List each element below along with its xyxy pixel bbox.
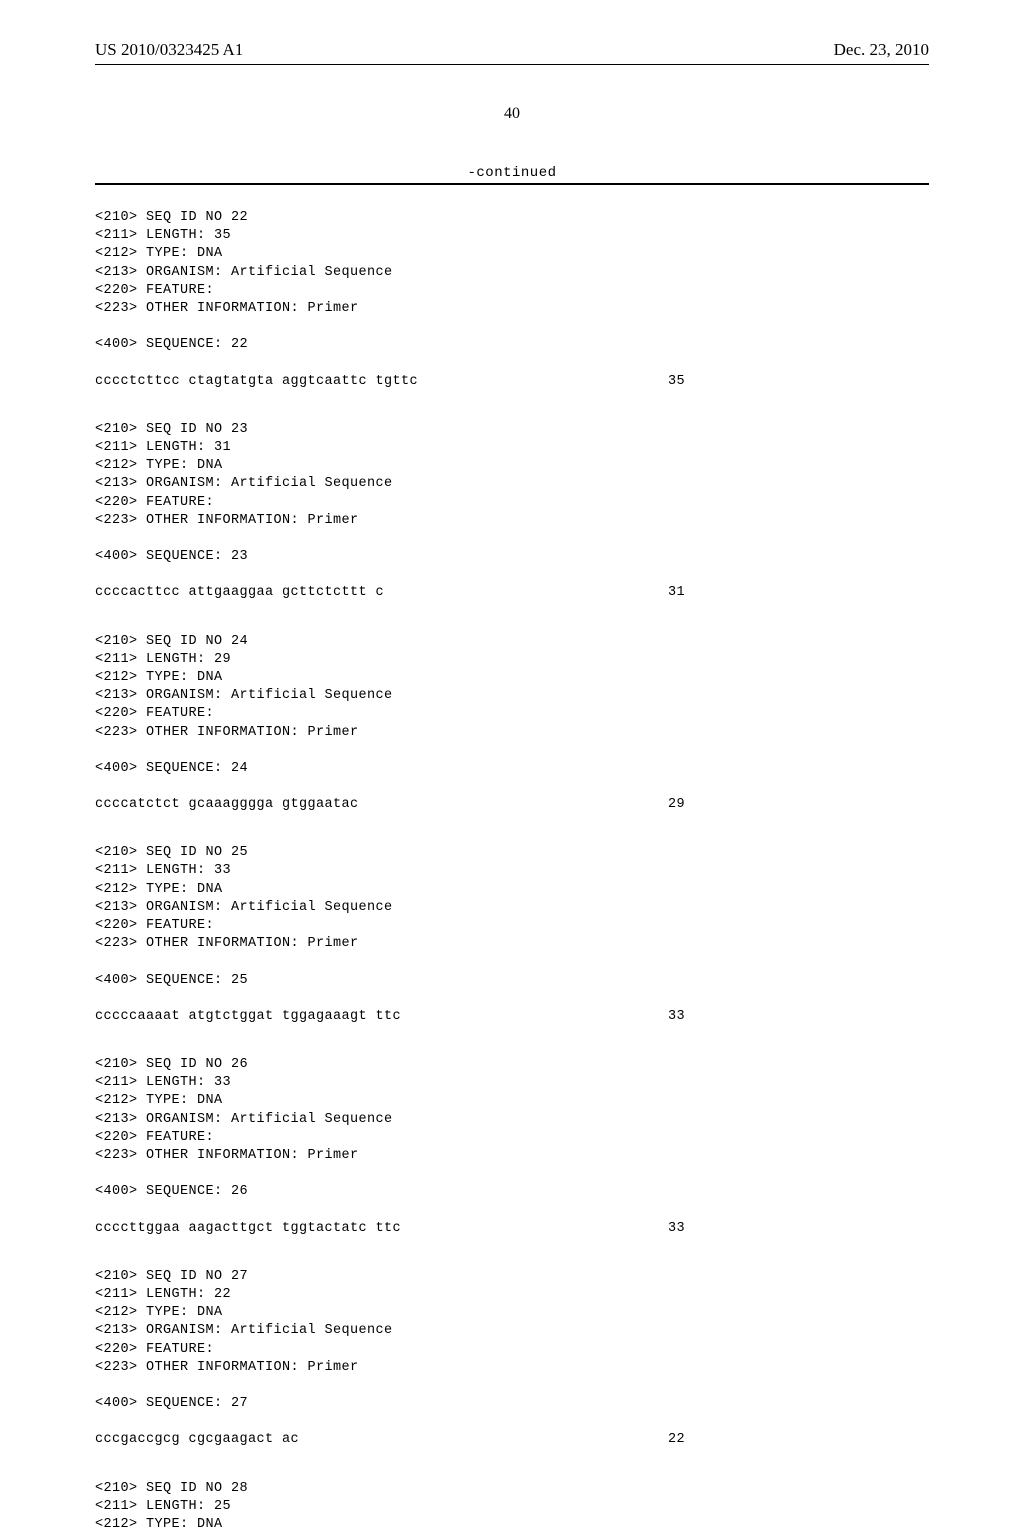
sequence-meta-line: <210> SEQ ID NO 24 [95, 633, 929, 651]
sequence-meta-line: <210> SEQ ID NO 23 [95, 421, 929, 439]
spacer [95, 318, 929, 336]
sequence-block: <210> SEQ ID NO 23<211> LENGTH: 31<212> … [95, 421, 929, 603]
sequence-meta-line: <210> SEQ ID NO 27 [95, 1268, 929, 1286]
sequence-meta-line: <223> OTHER INFORMATION: Primer [95, 300, 929, 318]
sequence-text: cccgaccgcg cgcgaagact ac [95, 1431, 299, 1449]
page-header: US 2010/0323425 A1 Dec. 23, 2010 [95, 40, 929, 60]
sequence-meta-line: <220> FEATURE: [95, 917, 929, 935]
sequence-length: 31 [668, 584, 685, 602]
spacer [95, 530, 929, 548]
spacer [95, 566, 929, 584]
sequence-meta-line: <223> OTHER INFORMATION: Primer [95, 1359, 929, 1377]
sequence-meta-line: <211> LENGTH: 33 [95, 1074, 929, 1092]
sequence-meta-line: <211> LENGTH: 31 [95, 439, 929, 457]
sequence-meta-line: <223> OTHER INFORMATION: Primer [95, 512, 929, 530]
sequence-line: ccccatctct gcaaagggga gtggaatac 29 [95, 796, 685, 814]
sequence-block: <210> SEQ ID NO 28<211> LENGTH: 25<212> … [95, 1480, 929, 1534]
sequence-meta-line: <220> FEATURE: [95, 494, 929, 512]
sequence-meta-line: <211> LENGTH: 22 [95, 1286, 929, 1304]
sequence-400-label: <400> SEQUENCE: 22 [95, 336, 929, 354]
spacer [95, 1202, 929, 1220]
sequence-line: ccccacttcc attgaaggaa gcttctcttt c 31 [95, 584, 685, 602]
header-rule [95, 64, 929, 65]
spacer [95, 990, 929, 1008]
sequence-meta-line: <212> TYPE: DNA [95, 1092, 929, 1110]
spacer [95, 778, 929, 796]
sequence-400-label: <400> SEQUENCE: 25 [95, 972, 929, 990]
page-container: US 2010/0323425 A1 Dec. 23, 2010 40 -con… [0, 0, 1024, 1534]
publication-date: Dec. 23, 2010 [834, 40, 929, 60]
sequence-meta-line: <212> TYPE: DNA [95, 1516, 929, 1534]
sequence-meta-line: <212> TYPE: DNA [95, 669, 929, 687]
sequence-meta-line: <223> OTHER INFORMATION: Primer [95, 935, 929, 953]
sequence-meta-line: <220> FEATURE: [95, 705, 929, 723]
publication-number: US 2010/0323425 A1 [95, 40, 243, 60]
sequence-meta-line: <210> SEQ ID NO 22 [95, 209, 929, 227]
sequence-meta-line: <211> LENGTH: 29 [95, 651, 929, 669]
sequence-meta-line: <223> OTHER INFORMATION: Primer [95, 1147, 929, 1165]
sequence-meta-line: <210> SEQ ID NO 25 [95, 844, 929, 862]
sequence-text: cccctcttcc ctagtatgta aggtcaattc tgttc [95, 373, 418, 391]
sequence-line: cccctcttcc ctagtatgta aggtcaattc tgttc 35 [95, 373, 685, 391]
page-number: 40 [95, 105, 929, 123]
spacer [95, 742, 929, 760]
sequence-block: <210> SEQ ID NO 25<211> LENGTH: 33<212> … [95, 844, 929, 1026]
sequence-meta-line: <213> ORGANISM: Artificial Sequence [95, 1322, 929, 1340]
sequence-meta-line: <211> LENGTH: 33 [95, 862, 929, 880]
sequence-block: <210> SEQ ID NO 26<211> LENGTH: 33<212> … [95, 1056, 929, 1238]
sequence-length: 33 [668, 1008, 685, 1026]
sequence-block: <210> SEQ ID NO 24<211> LENGTH: 29<212> … [95, 633, 929, 815]
sequence-text: cccccaaaat atgtctggat tggagaaagt ttc [95, 1008, 401, 1026]
sequence-length: 33 [668, 1220, 685, 1238]
sequence-meta-line: <213> ORGANISM: Artificial Sequence [95, 1111, 929, 1129]
sequence-meta-line: <220> FEATURE: [95, 1129, 929, 1147]
sequence-length: 22 [668, 1431, 685, 1449]
sequence-line: cccccaaaat atgtctggat tggagaaagt ttc 33 [95, 1008, 685, 1026]
sequence-block: <210> SEQ ID NO 22<211> LENGTH: 35<212> … [95, 209, 929, 391]
sequence-400-label: <400> SEQUENCE: 27 [95, 1395, 929, 1413]
sequence-listing: <210> SEQ ID NO 22<211> LENGTH: 35<212> … [95, 209, 929, 1534]
spacer [95, 355, 929, 373]
sequence-text: ccccatctct gcaaagggga gtggaatac [95, 796, 359, 814]
sequence-meta-line: <213> ORGANISM: Artificial Sequence [95, 475, 929, 493]
sequence-400-label: <400> SEQUENCE: 23 [95, 548, 929, 566]
sequence-meta-line: <211> LENGTH: 35 [95, 227, 929, 245]
sequence-line: cccgaccgcg cgcgaagact ac 22 [95, 1431, 685, 1449]
sequence-length: 35 [668, 373, 685, 391]
spacer [95, 954, 929, 972]
sequence-meta-line: <212> TYPE: DNA [95, 881, 929, 899]
sequence-line: ccccttggaa aagacttgct tggtactatc ttc 33 [95, 1220, 685, 1238]
sequence-text: ccccttggaa aagacttgct tggtactatc ttc [95, 1220, 401, 1238]
sequence-meta-line: <213> ORGANISM: Artificial Sequence [95, 264, 929, 282]
sequence-400-label: <400> SEQUENCE: 26 [95, 1183, 929, 1201]
continued-label: -continued [95, 165, 929, 181]
sequence-meta-line: <223> OTHER INFORMATION: Primer [95, 724, 929, 742]
sequence-meta-line: <212> TYPE: DNA [95, 245, 929, 263]
sequence-meta-line: <220> FEATURE: [95, 1341, 929, 1359]
sequence-length: 29 [668, 796, 685, 814]
sequence-meta-line: <220> FEATURE: [95, 282, 929, 300]
sequence-400-label: <400> SEQUENCE: 24 [95, 760, 929, 778]
spacer [95, 1413, 929, 1431]
sequence-meta-line: <210> SEQ ID NO 26 [95, 1056, 929, 1074]
sequence-meta-line: <213> ORGANISM: Artificial Sequence [95, 899, 929, 917]
sequence-meta-line: <212> TYPE: DNA [95, 457, 929, 475]
continued-rule [95, 183, 929, 185]
spacer [95, 1165, 929, 1183]
spacer [95, 1377, 929, 1395]
sequence-meta-line: <213> ORGANISM: Artificial Sequence [95, 687, 929, 705]
sequence-meta-line: <211> LENGTH: 25 [95, 1498, 929, 1516]
sequence-text: ccccacttcc attgaaggaa gcttctcttt c [95, 584, 384, 602]
sequence-meta-line: <210> SEQ ID NO 28 [95, 1480, 929, 1498]
sequence-block: <210> SEQ ID NO 27<211> LENGTH: 22<212> … [95, 1268, 929, 1450]
